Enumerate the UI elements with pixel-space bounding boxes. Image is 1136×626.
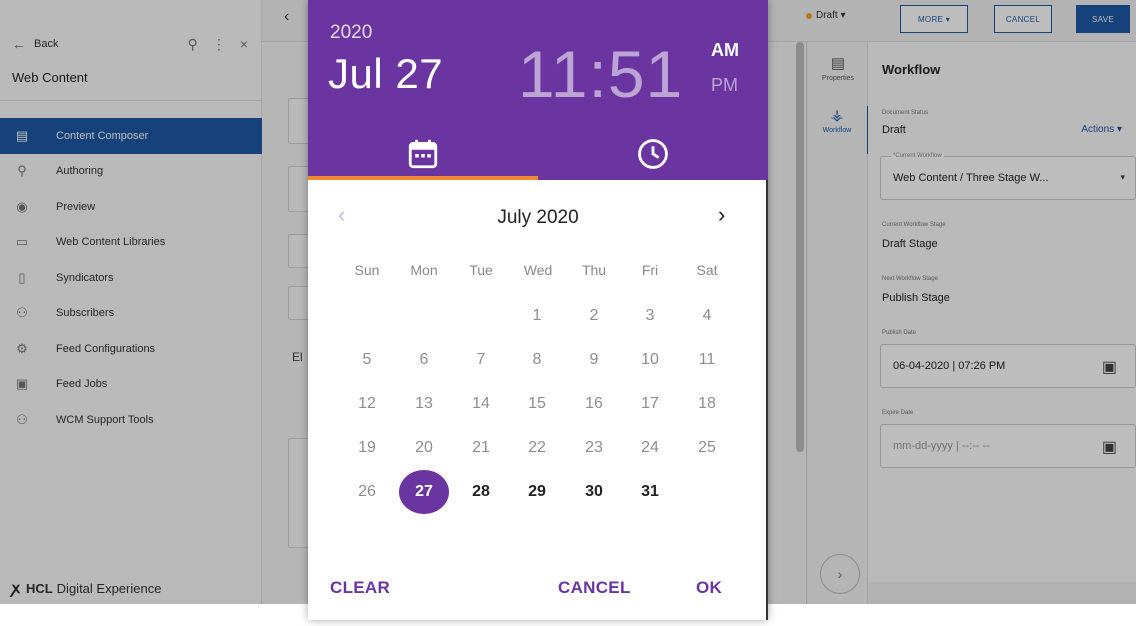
picker-year[interactable]: 2020 [330, 22, 372, 44]
calendar-day[interactable]: 6 [398, 338, 450, 382]
day-number: 23 [585, 439, 603, 456]
calendar-day[interactable]: 17 [624, 382, 676, 426]
calendar-day[interactable]: 8 [511, 338, 563, 382]
day-number: 19 [358, 439, 376, 456]
calendar-day[interactable]: 25 [681, 426, 733, 470]
month-title: July 2020 [497, 207, 579, 228]
day-number: 2 [589, 307, 599, 324]
calendar-day[interactable]: 19 [341, 426, 393, 470]
day-number: 17 [641, 395, 659, 412]
day-number: 16 [585, 395, 603, 412]
calendar-day[interactable]: 1 [511, 294, 563, 338]
calendar-day[interactable]: 31 [624, 470, 676, 514]
pm-toggle[interactable]: PM [711, 75, 738, 96]
day-number: 9 [589, 351, 599, 368]
weekday-label: Wed [523, 262, 553, 278]
active-tab-indicator [308, 176, 538, 180]
calendar-day[interactable]: 22 [511, 426, 563, 470]
day-number: 12 [358, 395, 376, 412]
weekday-label: Sun [354, 262, 380, 278]
calendar-day[interactable]: 18 [681, 382, 733, 426]
day-number: 31 [641, 483, 659, 500]
day-number: 8 [532, 351, 542, 368]
day-number: 30 [585, 483, 603, 500]
clear-button[interactable]: CLEAR [330, 578, 390, 598]
calendar-day[interactable]: 7 [455, 338, 507, 382]
calendar-day[interactable]: 2 [568, 294, 620, 338]
day-number: 11 [698, 351, 716, 368]
day-number: 4 [702, 307, 712, 324]
calendar-day[interactable]: 3 [624, 294, 676, 338]
calendar-day[interactable]: 20 [398, 426, 450, 470]
calendar-icon [408, 139, 438, 169]
picker-date[interactable]: Jul 27 [328, 50, 443, 98]
day-number: 18 [698, 395, 716, 412]
calendar-day[interactable]: 15 [511, 382, 563, 426]
day-number: 13 [415, 395, 433, 412]
ok-button[interactable]: OK [696, 578, 722, 598]
day-number: 20 [415, 439, 433, 456]
chevron-right-icon[interactable]: › [718, 202, 725, 228]
calendar-day[interactable]: 23 [568, 426, 620, 470]
day-number: 15 [528, 395, 546, 412]
calendar-day[interactable]: 26 [341, 470, 393, 514]
calendar-day[interactable]: 24 [624, 426, 676, 470]
calendar-day[interactable]: 12 [341, 382, 393, 426]
calendar-day[interactable]: 16 [568, 382, 620, 426]
weekday-label: Sat [696, 262, 718, 278]
calendar-day[interactable]: 21 [455, 426, 507, 470]
datetime-picker-dialog: 2020 Jul 27 11:51 AM PM ‹ July 2020 › Su… [308, 0, 768, 620]
day-number: 28 [472, 483, 490, 500]
calendar-day[interactable]: 13 [398, 382, 450, 426]
calendar-day[interactable]: 4 [681, 294, 733, 338]
day-number: 1 [532, 307, 542, 324]
day-number: 5 [362, 351, 372, 368]
tab-date[interactable] [308, 128, 538, 180]
calendar-day[interactable]: 11 [681, 338, 733, 382]
day-number: 7 [476, 351, 486, 368]
calendar-day[interactable]: 9 [568, 338, 620, 382]
day-number: 25 [698, 439, 716, 456]
weekday-label: Fri [641, 262, 659, 278]
cancel-button[interactable]: CANCEL [558, 578, 631, 598]
calendar-day[interactable]: 30 [568, 470, 620, 514]
day-number: 29 [528, 483, 546, 500]
calendar-day[interactable]: 14 [455, 382, 507, 426]
day-number: 26 [358, 483, 376, 500]
calendar-day[interactable]: 5 [341, 338, 393, 382]
calendar-day[interactable]: 28 [455, 470, 507, 514]
picker-time[interactable]: 11:51 [518, 36, 683, 112]
clock-icon [638, 139, 668, 169]
selected-day[interactable]: 27 [398, 470, 450, 514]
weekday-label: Mon [410, 262, 438, 278]
am-toggle[interactable]: AM [711, 40, 739, 61]
tab-time[interactable] [538, 128, 768, 180]
day-number: 21 [472, 439, 490, 456]
day-number: 6 [419, 351, 429, 368]
month-navigation: ‹ July 2020 › [308, 196, 768, 236]
weekday-label: Tue [469, 262, 493, 278]
day-number: 27 [415, 483, 433, 500]
day-number: 3 [645, 307, 655, 324]
day-number: 10 [641, 351, 659, 368]
day-number: 14 [472, 395, 490, 412]
calendar-day[interactable]: 10 [624, 338, 676, 382]
picker-header: 2020 Jul 27 11:51 AM PM [308, 0, 768, 180]
day-number: 24 [641, 439, 659, 456]
day-number: 22 [528, 439, 546, 456]
weekday-label: Thu [581, 262, 607, 278]
calendar-day[interactable]: 29 [511, 470, 563, 514]
